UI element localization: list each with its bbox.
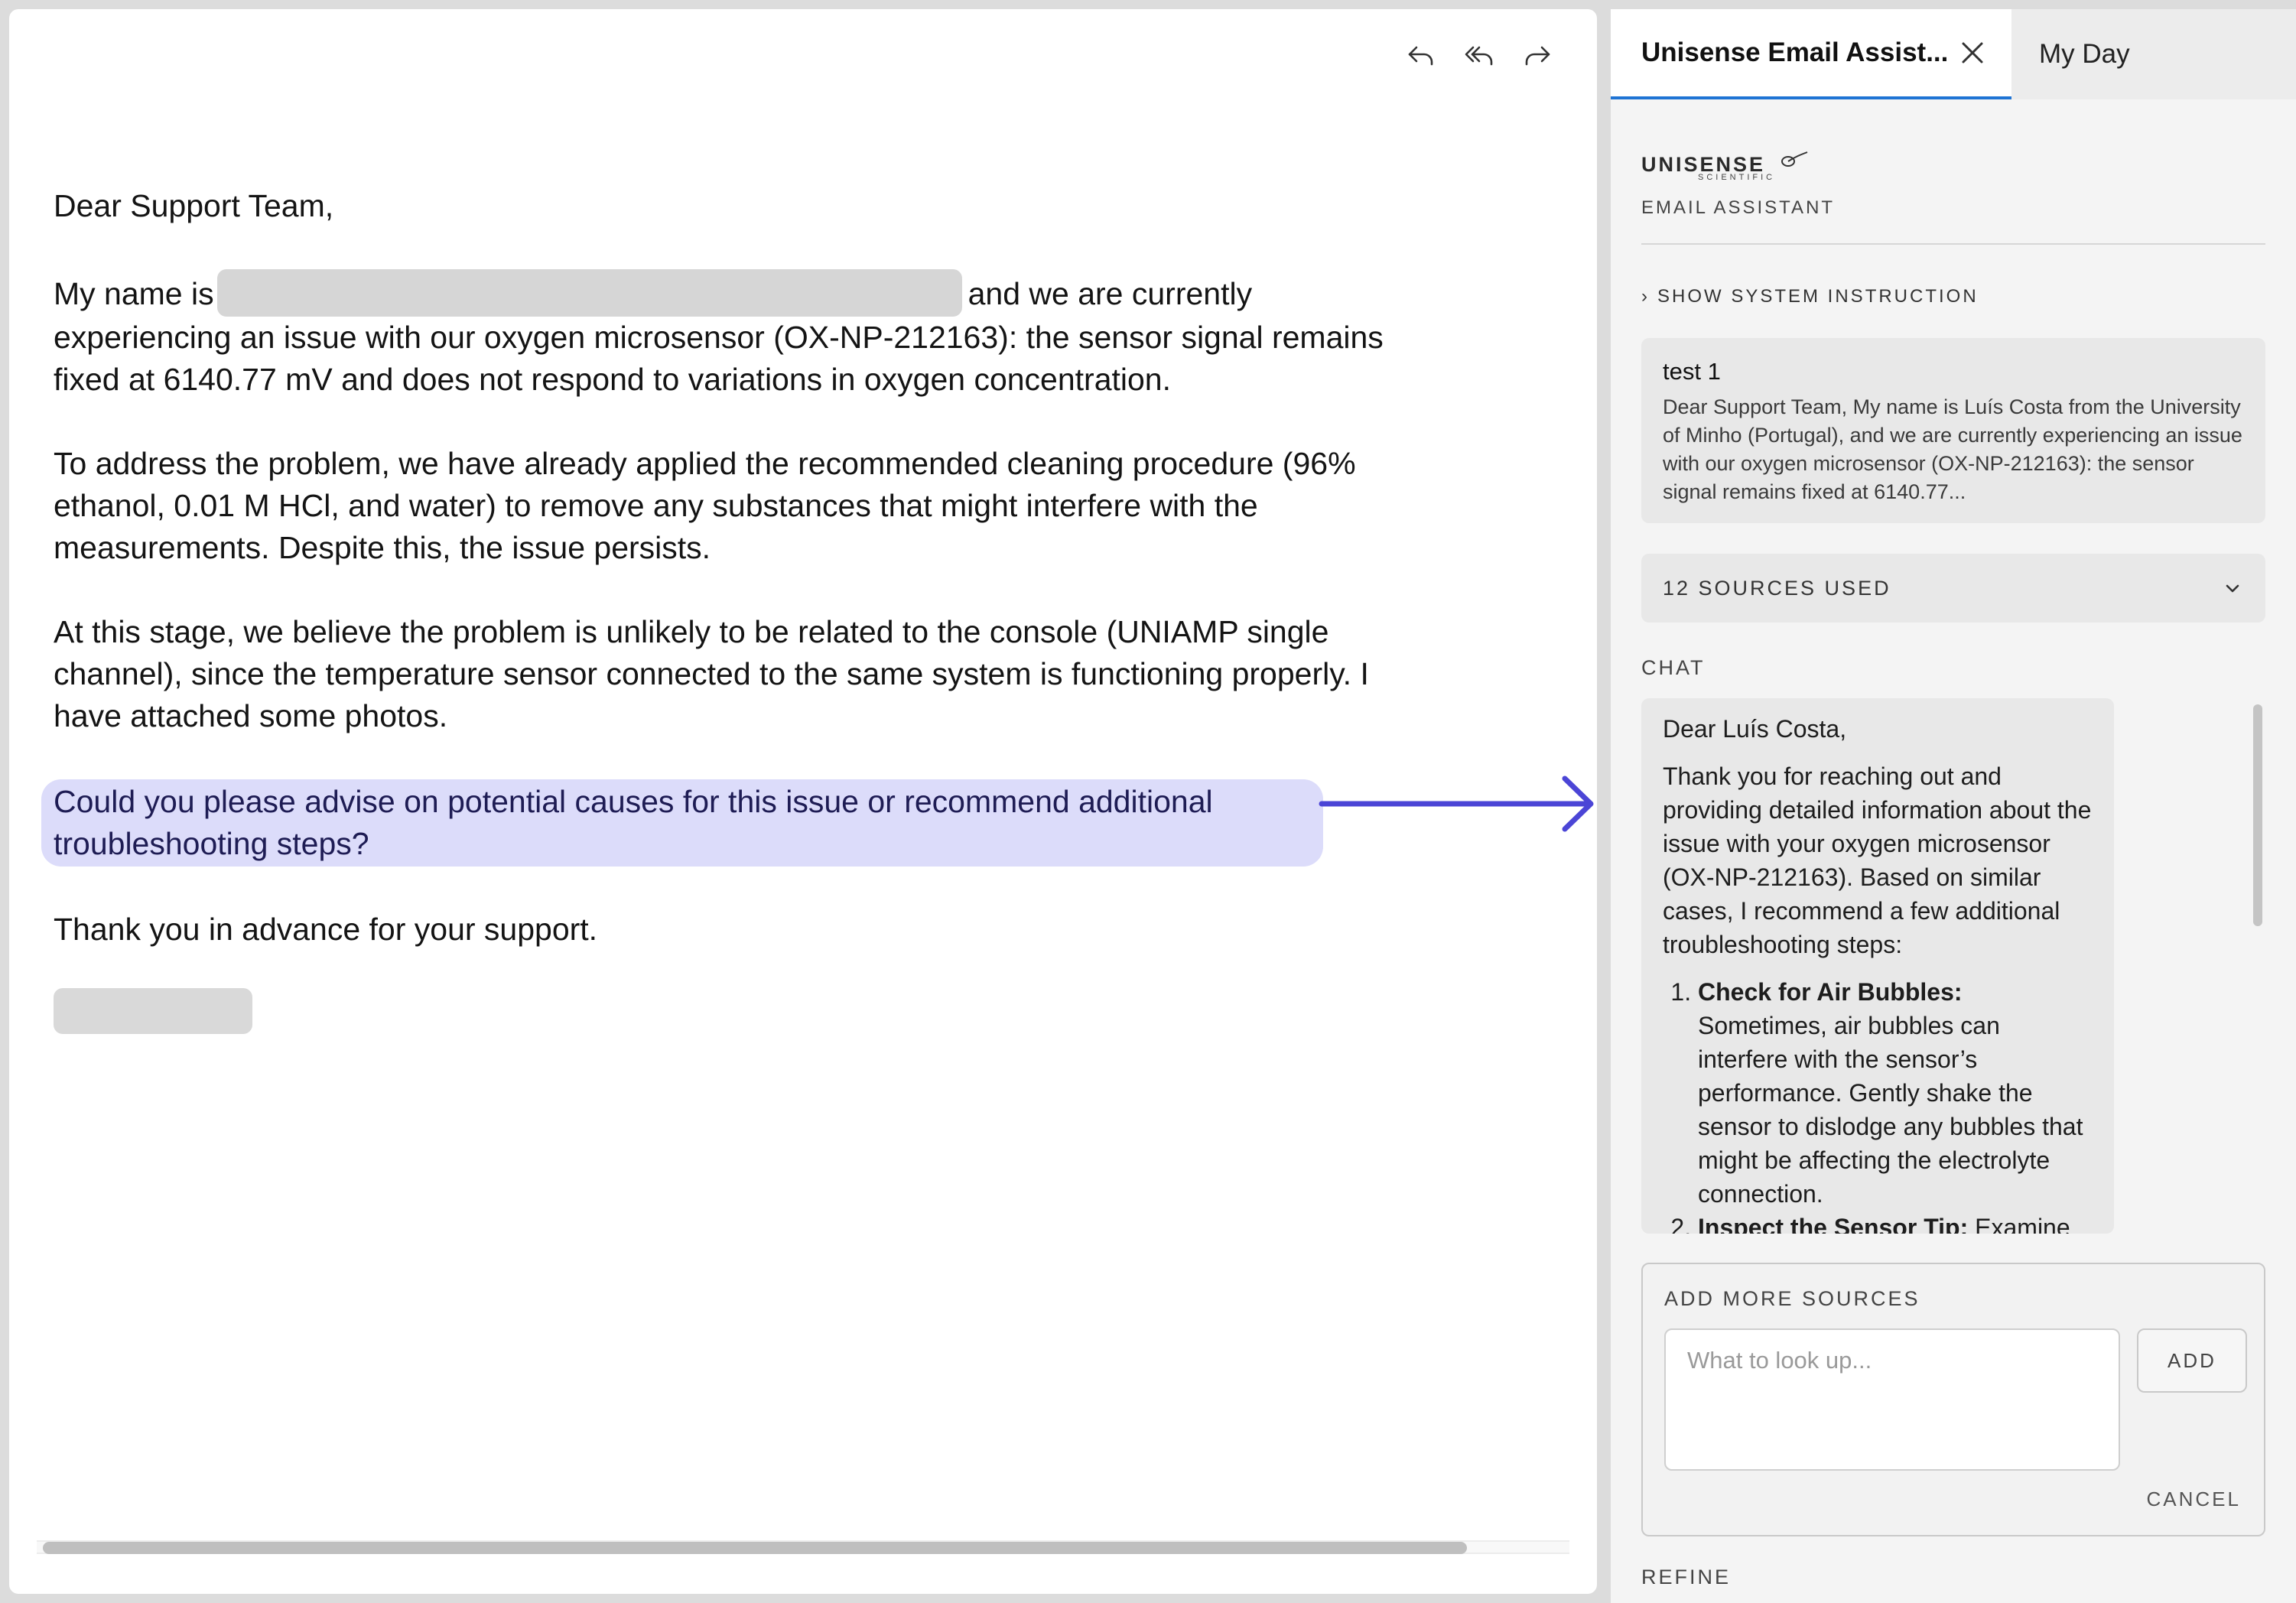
addin-content: UNISENSE SCIENTIFIC EMAIL ASSISTANT › SH… — [1641, 99, 2265, 1589]
test-case-excerpt: Dear Support Team, My name is Luís Costa… — [1663, 395, 2242, 503]
forward-button[interactable] — [1522, 40, 1553, 70]
reply-icon — [1408, 46, 1433, 66]
step-body: Sometimes, air bubbles can interfere wit… — [1698, 1012, 2083, 1208]
logo-swirl-icon — [1781, 151, 1808, 167]
email-body: Dear Support Team, My name is and we are … — [41, 185, 1384, 1034]
header-divider — [1641, 243, 2265, 245]
brand-caption: EMAIL ASSISTANT — [1641, 197, 1836, 218]
assistant-reply-bubble: Dear Luís Costa, Thank you for reaching … — [1641, 698, 2114, 1234]
step-title: Check for Air Bubbles: — [1698, 978, 1963, 1006]
email-intro-start: My name is — [54, 276, 214, 311]
forward-icon — [1525, 46, 1550, 66]
test-case-title: test 1 — [1663, 358, 1721, 385]
email-greeting: Dear Support Team, — [54, 188, 334, 223]
add-more-sources-label: ADD MORE SOURCES — [1664, 1287, 1920, 1310]
close-icon[interactable] — [1959, 40, 1985, 66]
reply-salutation: Dear Luís Costa, — [1663, 715, 1847, 743]
right-arrow-icon — [1319, 775, 1594, 832]
show-system-instruction-label: SHOW SYSTEM INSTRUCTION — [1657, 286, 1979, 307]
email-assistant-pane: Unisense Email Assist... My Day UNISENSE… — [1611, 9, 2296, 1603]
redacted-signature — [54, 988, 252, 1034]
test-case-card[interactable]: test 1 Dear Support Team, My name is Luí… — [1641, 338, 2265, 523]
chat-panel: Dear Luís Costa, Thank you for reaching … — [1641, 698, 2265, 1234]
chat-scroll-thumb[interactable] — [2253, 704, 2262, 926]
sources-used-label: 12 SOURCES USED — [1663, 576, 1891, 600]
unisense-logo: UNISENSE SCIENTIFIC — [1641, 151, 2265, 182]
chat-section-label: CHAT — [1641, 656, 1706, 679]
highlighted-question: Could you please advise on potential cau… — [41, 779, 1323, 867]
source-lookup-input[interactable] — [1664, 1328, 2120, 1471]
cancel-button[interactable]: CANCEL — [2147, 1488, 2241, 1511]
reply-all-icon — [1465, 46, 1493, 66]
sources-used-dropdown[interactable]: 12 SOURCES USED — [1641, 554, 2265, 623]
tab-label: Unisense Email Assist... — [1641, 37, 1949, 67]
list-item: Check for Air Bubbles: Sometimes, air bub… — [1698, 975, 2093, 1211]
addin-tab-bar: Unisense Email Assist... My Day — [1611, 9, 2296, 99]
email-paragraph-cleaning: To address the problem, we have already … — [54, 446, 1356, 565]
horizontal-scrollbar[interactable] — [37, 1540, 1569, 1554]
chevron-right-icon: › — [1641, 286, 1650, 307]
email-toolbar — [1406, 40, 1553, 70]
troubleshooting-steps-list: Check for Air Bubbles: Sometimes, air bub… — [1663, 975, 2093, 1234]
horizontal-scroll-thumb[interactable] — [43, 1542, 1467, 1554]
reply-all-button[interactable] — [1464, 40, 1494, 70]
email-closing: Thank you in advance for your support. — [54, 912, 598, 947]
show-system-instruction-toggle[interactable]: › SHOW SYSTEM INSTRUCTION — [1641, 286, 2265, 307]
email-paragraph-console: At this stage, we believe the problem is… — [54, 614, 1369, 733]
step-title: Inspect the Sensor Tip: — [1698, 1214, 1969, 1234]
chevron-down-icon — [2226, 584, 2239, 593]
reply-intro: Thank you for reaching out and providing… — [1663, 762, 2092, 958]
brand-header: UNISENSE SCIENTIFIC EMAIL ASSISTANT — [1641, 151, 2265, 219]
add-source-button[interactable]: ADD — [2137, 1328, 2247, 1393]
email-paragraph-intro: My name is and we are currently experienc… — [54, 269, 1384, 401]
reply-button[interactable] — [1406, 40, 1436, 70]
redacted-sender-name — [216, 269, 962, 317]
add-more-sources-panel: ADD MORE SOURCES ADD CANCEL — [1641, 1263, 2265, 1536]
brand-subtitle: SCIENTIFIC — [1698, 173, 1776, 182]
list-item: Inspect the Sensor Tip: Examine the sens… — [1698, 1211, 2093, 1234]
refine-section-label: REFINE — [1641, 1566, 1732, 1588]
tab-my-day[interactable]: My Day — [2039, 9, 2130, 99]
tab-unisense-email-assistant[interactable]: Unisense Email Assist... — [1611, 9, 2011, 99]
chat-scrollbar[interactable] — [2250, 698, 2265, 1234]
